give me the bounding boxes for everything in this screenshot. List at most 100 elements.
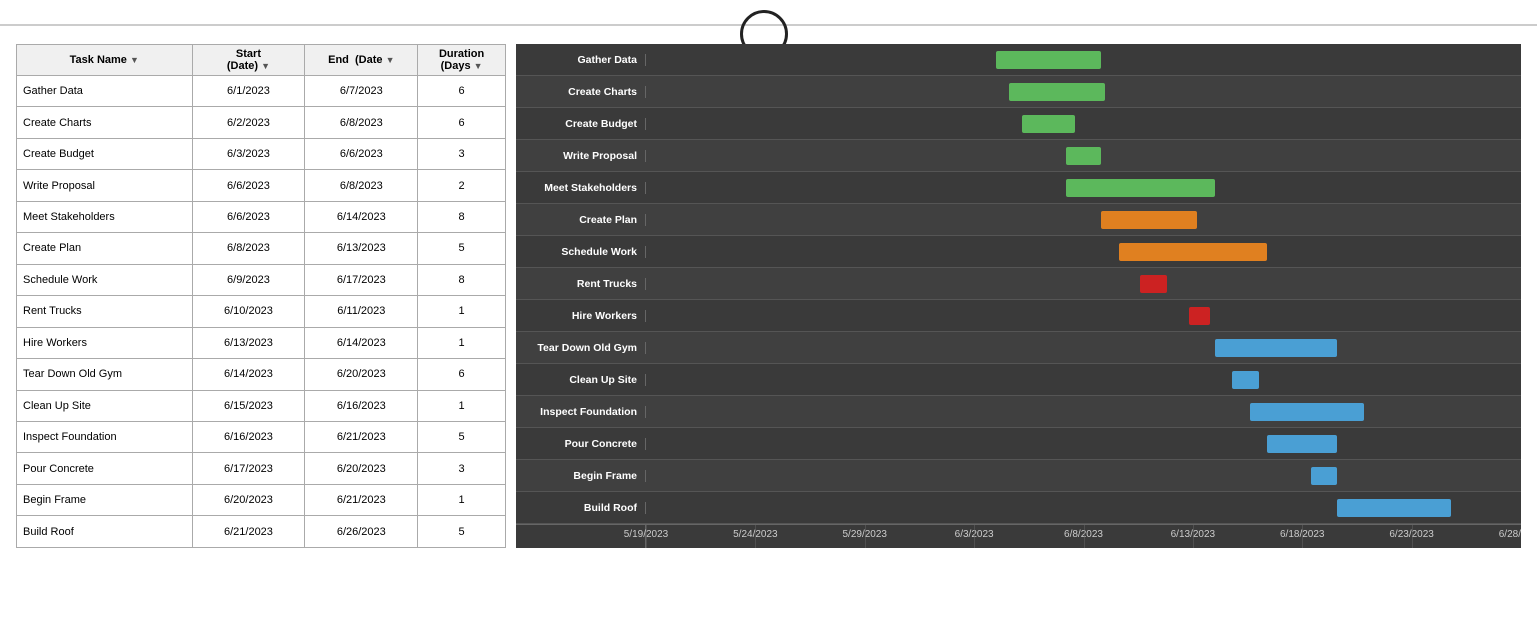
- cell-end: 6/6/2023: [305, 138, 418, 169]
- col-header-duration: Duration(Days ▼: [418, 45, 506, 76]
- cell-start: 6/8/2023: [192, 233, 305, 264]
- gantt-row-label: Create Plan: [516, 214, 646, 226]
- axis-grid-line: [1412, 525, 1413, 548]
- gantt-row-label: Create Charts: [516, 86, 646, 98]
- cell-end: 6/21/2023: [305, 484, 418, 515]
- cell-start: 6/13/2023: [192, 327, 305, 358]
- cell-taskname: Write Proposal: [17, 170, 193, 201]
- table-row: Inspect Foundation 6/16/2023 6/21/2023 5: [17, 421, 506, 452]
- gantt-chart-area: [646, 268, 1521, 300]
- gantt-chart-area: [646, 108, 1521, 140]
- cell-start: 6/16/2023: [192, 421, 305, 452]
- cell-end: 6/21/2023: [305, 421, 418, 452]
- gantt-bar: [1189, 307, 1211, 325]
- cell-end: 6/7/2023: [305, 76, 418, 107]
- gantt-row: Create Plan: [516, 204, 1521, 236]
- cell-end: 6/20/2023: [305, 453, 418, 484]
- duration-filter-icon[interactable]: ▼: [474, 61, 483, 71]
- col-header-taskname: Task Name ▼: [17, 45, 193, 76]
- axis-grid-line: [646, 525, 647, 548]
- cell-duration: 6: [418, 76, 506, 107]
- gantt-row-label: Begin Frame: [516, 470, 646, 482]
- cell-duration: 2: [418, 170, 506, 201]
- gantt-row-label: Rent Trucks: [516, 278, 646, 290]
- cell-duration: 3: [418, 138, 506, 169]
- cell-end: 6/13/2023: [305, 233, 418, 264]
- cell-taskname: Schedule Work: [17, 264, 193, 295]
- cell-taskname: Tear Down Old Gym: [17, 359, 193, 390]
- gantt-row: Schedule Work: [516, 236, 1521, 268]
- gantt-row: Gather Data: [516, 44, 1521, 76]
- cell-duration: 1: [418, 296, 506, 327]
- table-row: Gather Data 6/1/2023 6/7/2023 6: [17, 76, 506, 107]
- cell-start: 6/3/2023: [192, 138, 305, 169]
- gantt-row-label: Gather Data: [516, 54, 646, 66]
- gantt-chart-area: [646, 204, 1521, 236]
- gantt-row: Create Budget: [516, 108, 1521, 140]
- gantt-row: Hire Workers: [516, 300, 1521, 332]
- table-row: Begin Frame 6/20/2023 6/21/2023 1: [17, 484, 506, 515]
- table-row: Create Charts 6/2/2023 6/8/2023 6: [17, 107, 506, 138]
- gantt-row: Pour Concrete: [516, 428, 1521, 460]
- cell-end: 6/20/2023: [305, 359, 418, 390]
- gantt-bar: [1066, 147, 1101, 165]
- gantt-bar: [1311, 467, 1337, 485]
- gantt-chart-area: [646, 364, 1521, 396]
- cell-duration: 1: [418, 390, 506, 421]
- table-row: Clean Up Site 6/15/2023 6/16/2023 1: [17, 390, 506, 421]
- gantt-rows: Gather Data Create Charts Create Budget Wri…: [516, 44, 1521, 524]
- cell-start: 6/21/2023: [192, 516, 305, 548]
- gantt-row-label: Schedule Work: [516, 246, 646, 258]
- start-filter-icon[interactable]: ▼: [261, 61, 270, 71]
- gantt-row-label: Pour Concrete: [516, 438, 646, 450]
- gantt-row-label: Create Budget: [516, 118, 646, 130]
- cell-end: 6/11/2023: [305, 296, 418, 327]
- cell-duration: 1: [418, 327, 506, 358]
- cell-start: 6/15/2023: [192, 390, 305, 421]
- gantt-row: Rent Trucks: [516, 268, 1521, 300]
- cell-taskname: Rent Trucks: [17, 296, 193, 327]
- gantt-chart-area: [646, 236, 1521, 268]
- cell-taskname: Meet Stakeholders: [17, 201, 193, 232]
- table-row: Create Budget 6/3/2023 6/6/2023 3: [17, 138, 506, 169]
- cell-taskname: Inspect Foundation: [17, 421, 193, 452]
- gantt-row-label: Clean Up Site: [516, 374, 646, 386]
- axis-grid-line: [1302, 525, 1303, 548]
- cell-taskname: Pour Concrete: [17, 453, 193, 484]
- cell-duration: 5: [418, 516, 506, 548]
- cell-duration: 5: [418, 421, 506, 452]
- cell-end: 6/14/2023: [305, 201, 418, 232]
- cell-start: 6/1/2023: [192, 76, 305, 107]
- cell-duration: 6: [418, 359, 506, 390]
- table-row: Create Plan 6/8/2023 6/13/2023 5: [17, 233, 506, 264]
- task-table: Task Name ▼ Start(Date) ▼ End (Date ▼ Du…: [16, 44, 506, 548]
- col-header-end: End (Date ▼: [305, 45, 418, 76]
- cell-end: 6/14/2023: [305, 327, 418, 358]
- cell-start: 6/17/2023: [192, 453, 305, 484]
- gantt-row: Inspect Foundation: [516, 396, 1521, 428]
- gantt-chart-area: [646, 428, 1521, 460]
- gantt-row: Clean Up Site: [516, 364, 1521, 396]
- end-filter-icon[interactable]: ▼: [386, 55, 395, 65]
- gantt-row: Write Proposal: [516, 140, 1521, 172]
- gantt-row-label: Build Roof: [516, 502, 646, 514]
- table-row: Rent Trucks 6/10/2023 6/11/2023 1: [17, 296, 506, 327]
- gantt-row: Begin Frame: [516, 460, 1521, 492]
- cell-duration: 8: [418, 201, 506, 232]
- table-row: Meet Stakeholders 6/6/2023 6/14/2023 8: [17, 201, 506, 232]
- gantt-bar: [1066, 179, 1215, 197]
- gantt-row: Create Charts: [516, 76, 1521, 108]
- cell-taskname: Clean Up Site: [17, 390, 193, 421]
- cell-start: 6/14/2023: [192, 359, 305, 390]
- gantt-chart-area: [646, 44, 1521, 76]
- gantt-chart-area: [646, 172, 1521, 204]
- gantt-chart-area: [646, 332, 1521, 364]
- gantt-bar: [1232, 371, 1258, 389]
- taskname-filter-icon[interactable]: ▼: [130, 55, 139, 65]
- cell-start: 6/10/2023: [192, 296, 305, 327]
- cell-end: 6/16/2023: [305, 390, 418, 421]
- gantt-bar: [996, 51, 1101, 69]
- cell-taskname: Gather Data: [17, 76, 193, 107]
- cell-start: 6/9/2023: [192, 264, 305, 295]
- cell-taskname: Begin Frame: [17, 484, 193, 515]
